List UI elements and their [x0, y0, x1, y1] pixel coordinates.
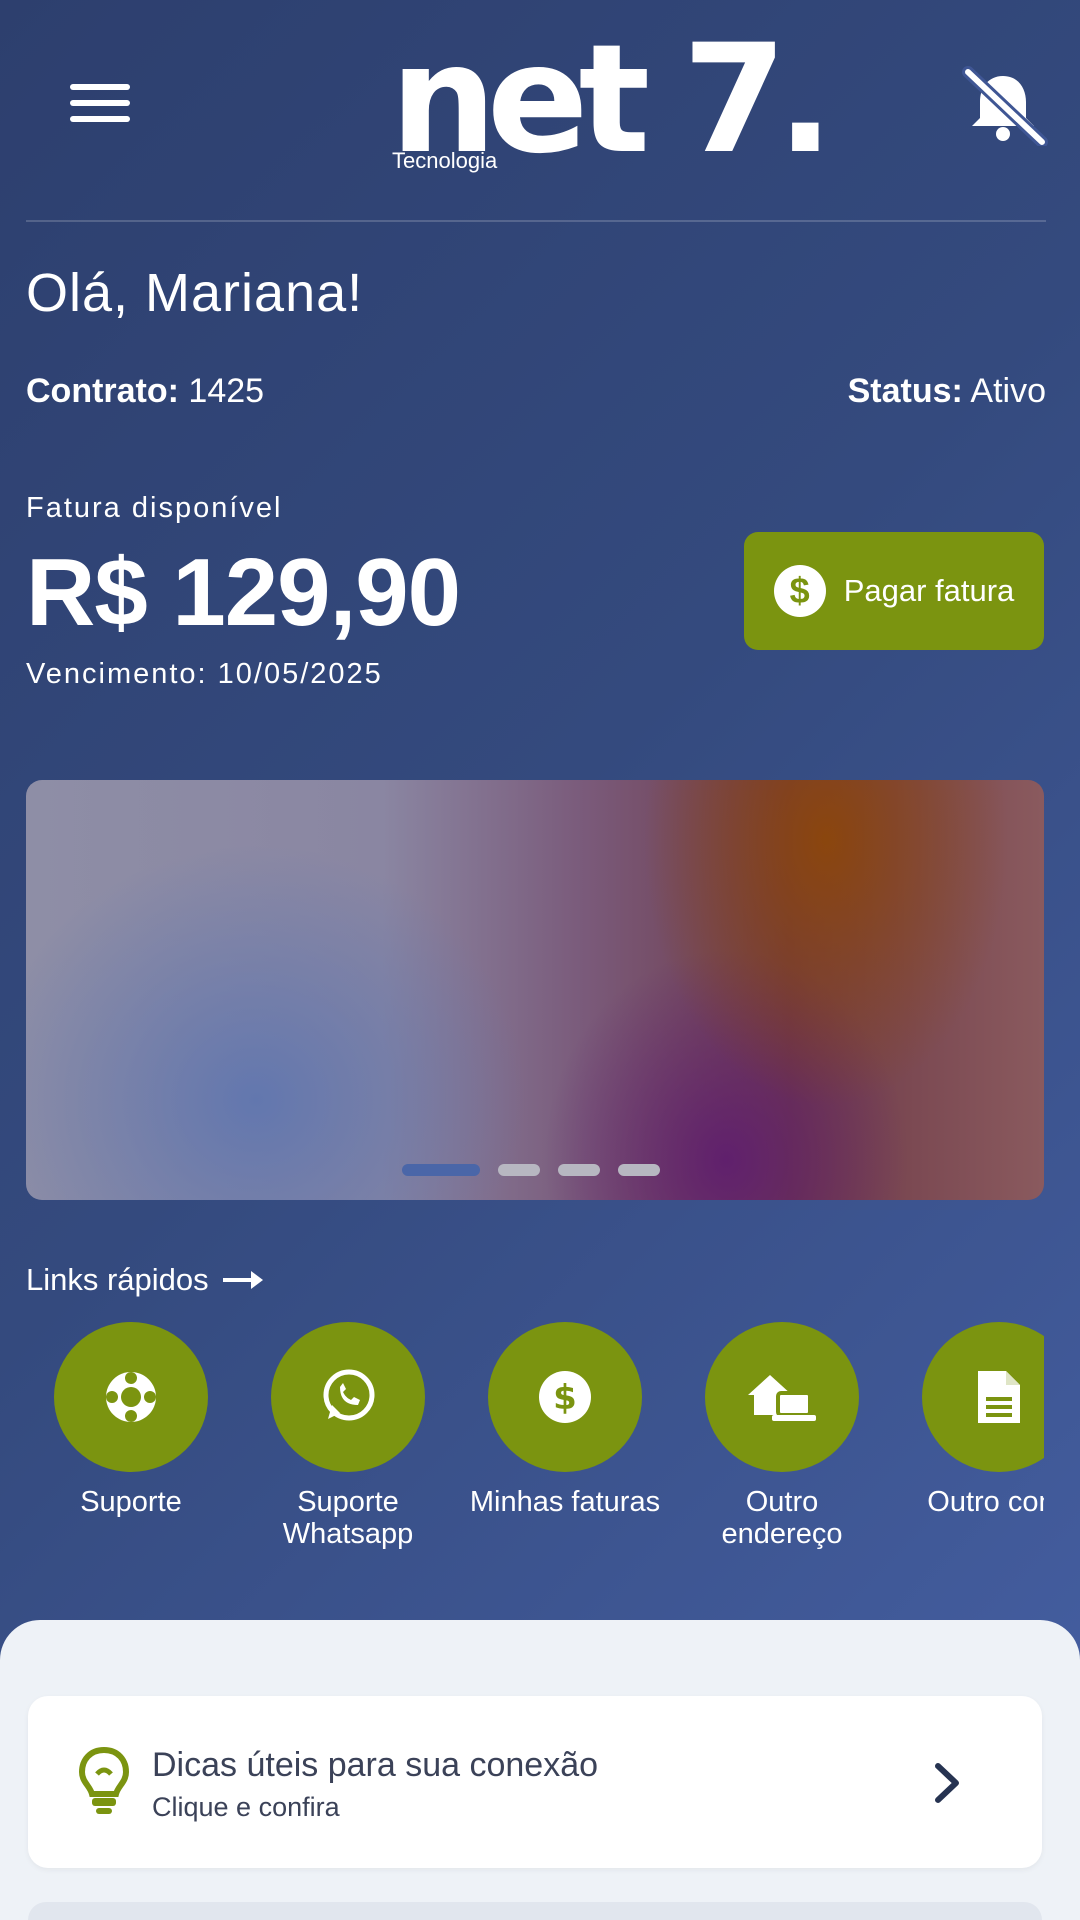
- quick-link-label: Suporte: [80, 1486, 182, 1518]
- header-divider: [26, 220, 1046, 222]
- contract-status: Status: Ativo: [848, 372, 1046, 411]
- greeting-title: Olá, Mariana!: [26, 263, 364, 323]
- document-icon: [978, 1371, 1020, 1423]
- quick-link-label: Outro endereço: [721, 1486, 843, 1550]
- carousel-dot-2[interactable]: [498, 1164, 540, 1176]
- next-card-edge: [28, 1902, 1042, 1920]
- quick-link-label: Outro contı: [927, 1486, 1044, 1518]
- invoice-amount: R$ 129,90: [26, 539, 461, 646]
- svg-text:$: $: [553, 1378, 577, 1418]
- contract-info: Contrato: 1425 Status: Ativo: [26, 372, 1046, 411]
- quick-links-title[interactable]: Links rápidos: [26, 1262, 265, 1298]
- carousel-dot-1[interactable]: [402, 1164, 480, 1176]
- pay-invoice-label: Pagar fatura: [843, 573, 1015, 608]
- invoice-due-date: Vencimento: 10/05/2025: [26, 658, 383, 690]
- quick-link-label: Suporte Whatsapp: [282, 1486, 414, 1550]
- pay-invoice-button[interactable]: $ Pagar fatura: [744, 532, 1044, 650]
- tips-title: Dicas úteis para sua conexão: [152, 1746, 599, 1784]
- quick-link-faturas[interactable]: $ Minhas faturas: [460, 1322, 670, 1518]
- menu-button[interactable]: [70, 84, 134, 128]
- quick-link-outro-endereco[interactable]: Outro endereço: [677, 1322, 887, 1550]
- tips-card[interactable]: Dicas úteis para sua conexão Clique e co…: [28, 1696, 1042, 1868]
- quick-link-label: Minhas faturas: [469, 1486, 661, 1518]
- carousel-indicators: [402, 1164, 660, 1176]
- status-label: Status:: [847, 372, 963, 410]
- quick-links-list[interactable]: Suporte Suporte Whatsapp $ Minhas fatura…: [26, 1322, 1044, 1552]
- status-value: Ativo: [970, 372, 1046, 410]
- house-laptop-icon: [748, 1375, 816, 1421]
- dollar-circle-icon: $: [773, 565, 826, 617]
- dollar-circle-icon: $: [539, 1371, 591, 1423]
- quick-links-label: Links rápidos: [26, 1262, 209, 1297]
- notifications-button[interactable]: [958, 66, 1048, 148]
- promo-carousel[interactable]: [26, 780, 1044, 1200]
- quick-link-suporte[interactable]: Suporte: [26, 1322, 236, 1518]
- lifebuoy-icon: [106, 1372, 156, 1422]
- lightbulb-icon: [78, 1746, 130, 1814]
- arrow-right-icon: [222, 1271, 263, 1289]
- chevron-right-icon: [935, 1763, 959, 1803]
- quick-link-outro-contrato[interactable]: Outro contı: [894, 1322, 1044, 1518]
- whatsapp-icon: [323, 1369, 375, 1421]
- logo-subtitle: Tecnologia: [392, 148, 498, 173]
- app-header: net 7. Tecnologia: [0, 0, 1080, 222]
- contract-number: Contrato: 1425: [26, 372, 264, 411]
- carousel-dot-4[interactable]: [618, 1164, 660, 1176]
- quick-link-whatsapp[interactable]: Suporte Whatsapp: [243, 1322, 453, 1550]
- brand-logo: net 7. Tecnologia: [390, 20, 834, 180]
- contract-value: 1425: [188, 372, 265, 410]
- hamburger-menu-icon: [70, 84, 130, 90]
- bell-off-icon: [962, 66, 1048, 148]
- tips-subtitle: Clique e confira: [152, 1792, 340, 1822]
- invoice-label: Fatura disponível: [26, 492, 283, 524]
- bottom-sheet: Dicas úteis para sua conexão Clique e co…: [0, 1620, 1080, 1920]
- carousel-dot-3[interactable]: [558, 1164, 600, 1176]
- contract-label: Contrato:: [26, 372, 179, 410]
